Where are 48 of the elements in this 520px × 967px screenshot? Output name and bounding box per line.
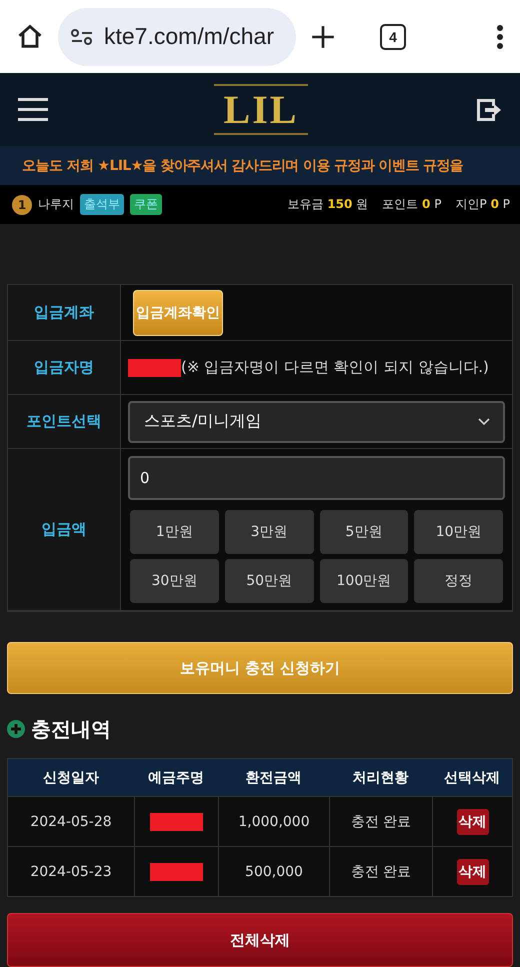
name-note: (※ 입금자명이 다르면 확인이 되지 않습니다.) [181, 358, 489, 377]
section-title: 충전내역 [31, 716, 111, 742]
balance-stat: 보유금 150 원 [288, 196, 368, 214]
nickname: 나루지 [38, 196, 74, 214]
delete-button[interactable]: 삭제 [456, 858, 488, 884]
column-header: 선택삭제 [432, 759, 512, 796]
amount-button[interactable]: 5만원 [320, 510, 408, 554]
notice-text: 오늘도 저희 ★LIL★을 찾아주셔서 감사드리며 이용 규정과 이벤트 규정을 [22, 156, 464, 175]
amount-button[interactable]: 10만원 [414, 510, 503, 554]
delete-all-button[interactable]: 전체삭제 [7, 913, 513, 967]
point-select[interactable]: 스포츠/미니게임 [128, 400, 505, 442]
delete-button[interactable]: 삭제 [456, 808, 488, 834]
chevron-down-icon [477, 416, 491, 426]
column-header: 예금주명 [134, 759, 218, 796]
amount-button[interactable]: 100만원 [320, 559, 408, 603]
menu-icon[interactable] [496, 24, 504, 50]
redaction-bar [128, 358, 181, 376]
balance-stat: 포인트 0 P [382, 196, 442, 214]
field-label: 입금계좌 [8, 285, 121, 341]
table-cell: 2024-05-28 [8, 796, 134, 846]
column-header: 처리현황 [329, 759, 432, 796]
amount-button[interactable]: 정정 [414, 559, 503, 603]
amount-button[interactable]: 30만원 [130, 559, 219, 603]
field-label: 입금자명 [8, 341, 121, 395]
level-badge: 1 [12, 194, 32, 215]
column-header: 신청일자 [8, 759, 134, 796]
redaction-bar [150, 812, 203, 830]
plus-icon[interactable] [310, 24, 336, 50]
table-cell: 1,000,000 [218, 796, 329, 846]
menu-icon[interactable] [18, 98, 48, 122]
table-cell: 충전 완료 [329, 796, 432, 846]
balance-stat: 지인P 0 P [455, 196, 510, 214]
field-label: 입금액 [8, 449, 121, 611]
table-cell: 충전 완료 [329, 846, 432, 896]
plus-circle-icon [7, 720, 25, 738]
redaction-bar [150, 862, 203, 880]
amount-button[interactable]: 1만원 [130, 510, 219, 554]
logo[interactable]: LIL [214, 84, 308, 136]
tab-count[interactable]: 4 [380, 24, 406, 50]
amount-button[interactable]: 50만원 [224, 559, 314, 603]
amount-field[interactable]: 0 [128, 456, 505, 500]
site-settings-icon[interactable] [70, 28, 94, 46]
field-label: 포인트선택 [8, 395, 121, 449]
table-cell: 2024-05-23 [8, 846, 134, 896]
amount-button[interactable]: 3만원 [224, 510, 314, 554]
column-header: 환전금액 [218, 759, 329, 796]
table-cell: 500,000 [218, 846, 329, 896]
address-bar[interactable]: kte7.com/m/char [58, 8, 296, 66]
